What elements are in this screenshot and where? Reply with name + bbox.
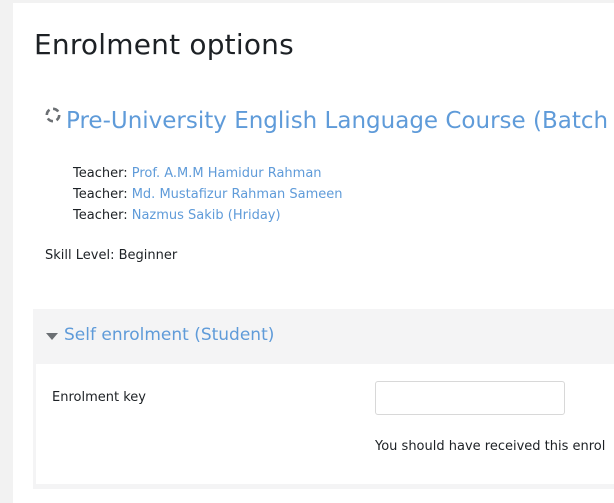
course-title-link[interactable]: Pre-University English Language Course (… [66,108,608,134]
teacher-link[interactable]: Prof. A.M.M Hamidur Rahman [132,166,322,181]
teacher-link[interactable]: Md. Mustafizur Rahman Sameen [132,187,343,202]
section-title: Self enrolment (Student) [64,325,275,345]
enrolment-key-label: Enrolment key [52,390,146,405]
course-icon [45,107,61,123]
skill-level: Skill Level: Beginner [45,248,178,263]
teacher-link[interactable]: Nazmus Sakib (Hriday) [132,208,281,223]
teacher-item: Teacher: Md. Mustafizur Rahman Sameen [73,184,343,205]
section-header-toggle[interactable]: Self enrolment (Student) [33,309,614,365]
teacher-label: Teacher: [73,187,132,202]
teacher-item: Teacher: Prof. A.M.M Hamidur Rahman [73,163,343,184]
enrolment-key-help-text: You should have received this enrol [375,439,606,454]
teacher-item: Teacher: Nazmus Sakib (Hriday) [73,205,343,226]
teacher-list: Teacher: Prof. A.M.M Hamidur Rahman Teac… [73,163,343,226]
teacher-label: Teacher: [73,166,132,181]
enrolment-key-input[interactable] [375,381,565,415]
page-title: Enrolment options [34,28,294,61]
teacher-label: Teacher: [73,208,132,223]
chevron-down-icon [46,333,58,340]
